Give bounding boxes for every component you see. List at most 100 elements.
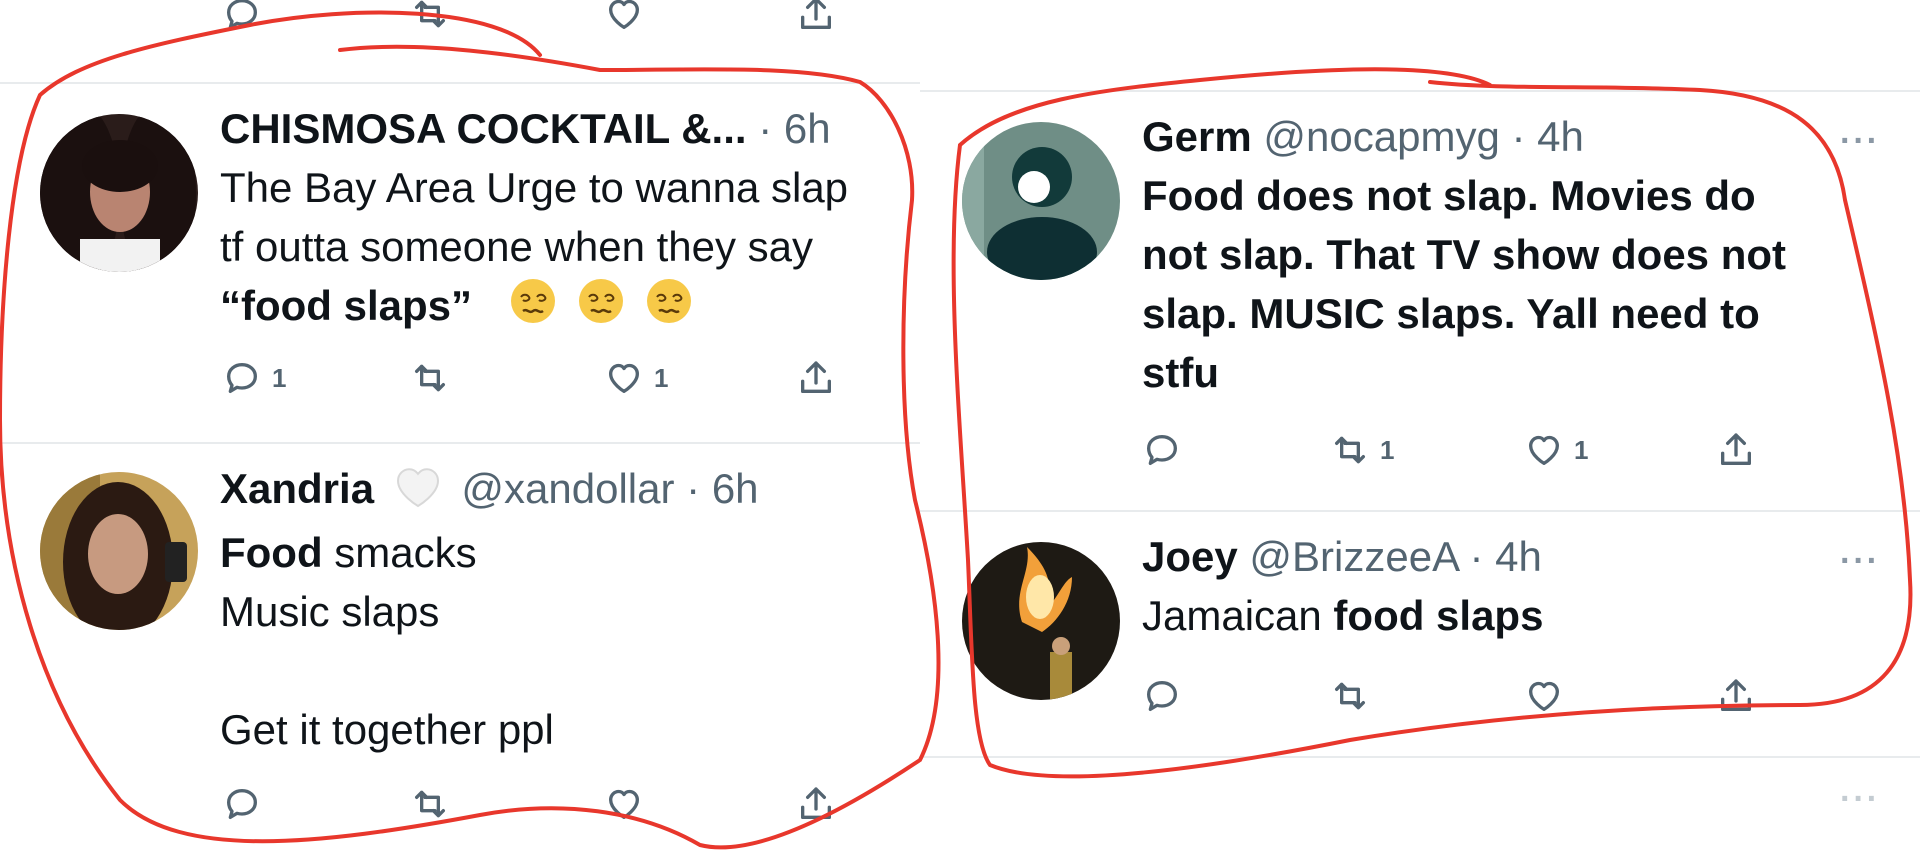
- timestamp[interactable]: 6h: [784, 105, 831, 152]
- like-button[interactable]: 1: [1524, 430, 1588, 470]
- retweet-button[interactable]: [410, 358, 450, 398]
- share-icon: [801, 0, 831, 29]
- tweet-header: Joey @BrizzeeA · 4h: [1142, 532, 1543, 582]
- user-handle[interactable]: @BrizzeeA: [1249, 533, 1457, 580]
- reply-button[interactable]: [222, 784, 262, 824]
- tweet-content: CHISMOSA COCKTAIL &... · 6h The Bay Area…: [220, 104, 848, 340]
- retweet-button[interactable]: 1: [1330, 430, 1394, 470]
- reply-icon: [227, 363, 257, 393]
- tweet-line-quote: “food slaps”: [220, 276, 848, 340]
- share-button[interactable]: [1716, 430, 1756, 470]
- avatar[interactable]: [40, 472, 198, 630]
- retweet-button[interactable]: [1330, 676, 1370, 716]
- display-name[interactable]: CHISMOSA COCKTAIL &...: [220, 105, 747, 152]
- reply-button[interactable]: [222, 0, 262, 34]
- avatar[interactable]: [40, 114, 198, 272]
- woozy-face-icon: [577, 277, 625, 340]
- retweet-icon: [415, 0, 445, 28]
- woozy-face-icon: [645, 277, 693, 340]
- tweet-text: Food smacks Music slaps Get it together …: [220, 523, 759, 759]
- heart-icon: [1529, 681, 1559, 711]
- tweet-line: Get it together ppl: [220, 706, 554, 754]
- tweet-line: Food does not slap. Movies do: [1142, 172, 1756, 219]
- avatar-photo: [40, 114, 198, 272]
- avatar-photo: [962, 122, 1120, 280]
- tweet-germ[interactable]: Germ @nocapmyg · 4h Food does not slap. …: [920, 92, 1920, 510]
- woozy-face-icon: [509, 277, 557, 340]
- tweet-chismosa[interactable]: CHISMOSA COCKTAIL &... · 6h The Bay Area…: [0, 84, 920, 442]
- heart-icon: [609, 363, 639, 393]
- retweet-icon: [1335, 436, 1365, 464]
- left-timeline-panel: CHISMOSA COCKTAIL &... · 6h The Bay Area…: [0, 0, 920, 867]
- tweet-content: Joey @BrizzeeA · 4h Jamaican food slaps: [1142, 532, 1543, 645]
- tweet-line: tf outta someone when they say: [220, 223, 814, 270]
- share-button[interactable]: [796, 0, 836, 34]
- tweet-line-blank: [220, 641, 759, 700]
- avatar-photo: [40, 472, 198, 630]
- tweet-text: The Bay Area Urge to wanna slap tf outta…: [220, 158, 848, 340]
- more-options-button[interactable]: ···: [1840, 122, 1880, 161]
- retweet-icon: [415, 790, 445, 818]
- tweet-line: slap. MUSIC slaps. Yall need to: [1142, 290, 1760, 337]
- tweet-line: Music slaps: [220, 588, 440, 636]
- tweet-actions: 1 1: [0, 358, 920, 418]
- tweet-text: Jamaican food slaps: [1142, 586, 1543, 645]
- share-button[interactable]: [796, 784, 836, 824]
- tweet-actions: [920, 676, 1920, 736]
- timestamp[interactable]: 6h: [712, 465, 759, 512]
- tweet-header: Germ @nocapmyg · 4h: [1142, 112, 1786, 162]
- share-icon: [1721, 433, 1751, 465]
- heart-icon: [609, 0, 639, 29]
- share-icon: [1721, 679, 1751, 711]
- tweet-header: Xandria @xandollar · 6h: [220, 464, 759, 519]
- display-name[interactable]: Joey: [1142, 533, 1238, 580]
- like-button[interactable]: [604, 0, 644, 34]
- reply-icon: [1147, 681, 1177, 711]
- like-button[interactable]: [604, 784, 644, 824]
- tweet-joey[interactable]: Joey @BrizzeeA · 4h Jamaican food slaps …: [920, 512, 1920, 756]
- reply-button[interactable]: [1142, 676, 1182, 716]
- reply-button[interactable]: 1: [222, 358, 286, 398]
- tweet-actions: [0, 784, 920, 844]
- reply-icon: [227, 789, 257, 819]
- timestamp[interactable]: 4h: [1495, 533, 1542, 580]
- retweet-button[interactable]: [410, 784, 450, 824]
- quoted-phrase: “food slaps”: [220, 282, 473, 329]
- tweet-xandria[interactable]: Xandria @xandollar · 6h Food smacks Musi…: [0, 444, 920, 864]
- user-handle[interactable]: @nocapmyg: [1263, 113, 1499, 160]
- tweet-line: The Bay Area Urge to wanna slap: [220, 164, 849, 211]
- tweet-actions: 1 1: [920, 430, 1920, 490]
- white-heart-icon: [394, 464, 442, 519]
- more-options-button[interactable]: ···: [1840, 542, 1880, 581]
- retweet-button[interactable]: [410, 0, 450, 34]
- like-button[interactable]: 1: [604, 358, 668, 398]
- reply-icon: [227, 0, 257, 29]
- share-button[interactable]: [796, 358, 836, 398]
- reply-count: 1: [272, 362, 287, 393]
- avatar[interactable]: [962, 122, 1120, 280]
- share-icon: [801, 361, 831, 393]
- tweet-text: Food does not slap. Movies do not slap. …: [1142, 166, 1786, 402]
- tweet-header: CHISMOSA COCKTAIL &... · 6h: [220, 104, 848, 154]
- share-button[interactable]: [1716, 676, 1756, 716]
- share-icon: [801, 787, 831, 819]
- tweet-divider: [920, 756, 1920, 758]
- more-options-button[interactable]: ···: [1840, 780, 1880, 819]
- tweet-content: Xandria @xandollar · 6h Food smacks Musi…: [220, 464, 759, 759]
- tweet-line: Food smacks: [220, 523, 759, 582]
- tweet-line: stfu: [1142, 349, 1219, 396]
- user-handle[interactable]: @xandollar: [461, 465, 674, 512]
- bold-phrase: food slaps: [1333, 592, 1544, 639]
- reply-button[interactable]: [1142, 430, 1182, 470]
- separator-dot: ·: [1511, 113, 1526, 160]
- tweet-line: not slap. That TV show does not: [1142, 231, 1787, 278]
- tweet-line: Jamaican food slaps: [1142, 586, 1543, 645]
- timestamp[interactable]: 4h: [1537, 113, 1584, 160]
- heart-icon: [609, 789, 639, 819]
- retweet-icon: [1335, 682, 1365, 710]
- like-button[interactable]: [1524, 676, 1564, 716]
- display-name[interactable]: Xandria: [220, 465, 374, 512]
- display-name[interactable]: Germ: [1142, 113, 1252, 160]
- like-count: 1: [654, 362, 669, 393]
- right-timeline-panel: Germ @nocapmyg · 4h Food does not slap. …: [920, 0, 1920, 867]
